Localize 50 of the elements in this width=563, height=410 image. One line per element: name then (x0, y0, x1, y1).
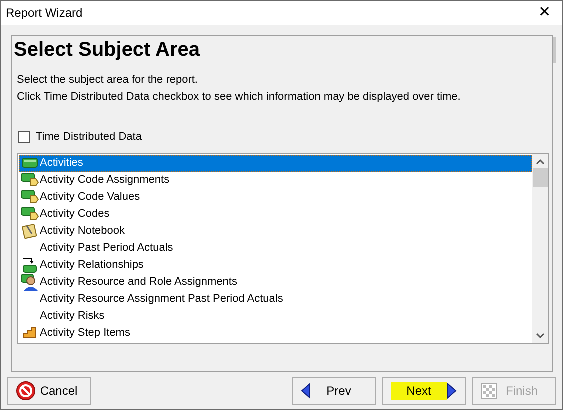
list-item[interactable]: Activity Codes (19, 206, 532, 222)
next-button[interactable]: Next (382, 376, 466, 404)
checkbox-label: Time Distributed Data (36, 130, 142, 145)
bar-tag-icon (20, 207, 38, 221)
instruction-text: Click Time Distributed Data checkbox to see which information may be displayed over time. (17, 90, 462, 104)
left-arrow-icon (301, 382, 311, 398)
bar-tag-icon (20, 173, 38, 187)
stop-icon (16, 380, 36, 400)
list-item[interactable]: Activity Resource and Role Assignments (19, 274, 532, 290)
scrollbar[interactable] (532, 154, 548, 342)
linked-bar-icon (22, 257, 38, 273)
up-chevron-icon[interactable] (536, 158, 544, 164)
item-label: Activity Code Values (40, 190, 140, 205)
close-button[interactable]: ✕ (528, 1, 562, 25)
checkered-flag-icon (481, 382, 497, 398)
right-arrow-icon (447, 382, 457, 398)
list-item[interactable]: Activity Step Items (19, 324, 532, 342)
panel-scrollbar[interactable] (552, 35, 559, 372)
page-heading: Select Subject Area (14, 38, 202, 62)
item-label: Activity Resource and Role Assignments (40, 274, 238, 290)
instruction-text: Select the subject area for the report. (17, 73, 199, 87)
window-title: Report Wizard (6, 5, 83, 22)
item-label: Activity Step Items (40, 326, 130, 341)
list-item[interactable]: Activity Code Values (19, 188, 532, 206)
item-label: Activity Risks (40, 308, 105, 324)
bar-icon (22, 158, 38, 168)
list-item[interactable]: Activity Past Period Actuals (19, 240, 532, 256)
list-item[interactable]: Activity Code Assignments (19, 172, 532, 188)
panel-scrollbar-thumb[interactable] (553, 37, 556, 63)
item-label: Activity Past Period Actuals (40, 240, 174, 256)
item-label: Activity Notebook (40, 224, 125, 239)
list-item[interactable]: Activity Notebook (19, 222, 532, 240)
scrollbar-thumb[interactable] (532, 168, 548, 186)
item-label: Activity Codes (40, 206, 110, 222)
bar-tag-icon (20, 190, 38, 204)
steps-icon (22, 327, 36, 339)
list-item[interactable]: Activity Relationships (19, 256, 532, 274)
notebook-icon (22, 223, 38, 239)
cancel-button[interactable]: Cancel (7, 376, 91, 404)
item-label: Activity Code Assignments (40, 172, 170, 188)
list-item[interactable]: Activity Resource Assignment Past Period Actuals (19, 290, 532, 308)
down-chevron-icon[interactable] (536, 332, 544, 338)
item-label: Activity Resource Assignment Past Period Actuals (40, 292, 284, 307)
checkbox[interactable] (18, 131, 30, 144)
prev-button[interactable]: Prev (292, 376, 376, 404)
list-item[interactable]: Activity Risks (19, 308, 532, 324)
person-icon (20, 273, 38, 291)
item-label: Activities (40, 156, 84, 171)
list-item[interactable]: Activities (19, 154, 532, 172)
item-label: Activity Relationships (40, 258, 144, 273)
